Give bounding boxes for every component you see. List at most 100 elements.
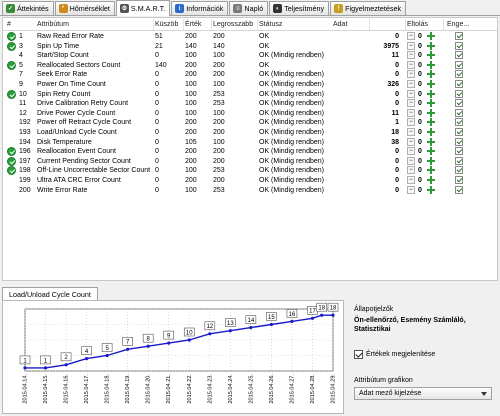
- header-threshold[interactable]: Küszöb: [155, 21, 178, 28]
- tab-overview[interactable]: ✓ Áttekintés: [2, 1, 54, 15]
- header-offset[interactable]: Eltolás: [407, 21, 428, 28]
- offset-decrement[interactable]: −: [407, 108, 415, 117]
- tab-smart[interactable]: ⚙ S.M.A.R.T.: [115, 0, 171, 16]
- plus-icon[interactable]: [427, 156, 435, 165]
- enable-checkbox[interactable]: [455, 70, 463, 79]
- table-row[interactable]: 1 Raw Read Error Rate 51 200 200 OK 0−0: [3, 32, 497, 42]
- plus-icon[interactable]: [427, 70, 435, 79]
- offset-decrement[interactable]: −: [407, 70, 415, 79]
- offset-value[interactable]: 0: [418, 148, 422, 156]
- show-values-label[interactable]: Értékek megjelenítése: [366, 351, 435, 358]
- enable-checkbox[interactable]: [455, 60, 463, 69]
- tab-performance[interactable]: ◐ Teljesítmény: [269, 1, 330, 15]
- plus-icon[interactable]: [427, 80, 435, 88]
- table-row[interactable]: 5 Reallocated Sectors Count 140 200 200 OK 0−0: [3, 60, 497, 71]
- offset-decrement[interactable]: −: [407, 60, 415, 69]
- table-row[interactable]: 3 Spin Up Time 21 140 140 OK 3975−0: [3, 41, 497, 52]
- plus-icon[interactable]: [427, 41, 435, 50]
- enable-checkbox[interactable]: [455, 99, 463, 108]
- enable-checkbox[interactable]: [455, 185, 463, 194]
- offset-value[interactable]: 0: [418, 110, 422, 118]
- attribute-chart-select[interactable]: Adat mező kijelzése: [354, 387, 492, 400]
- offset-value[interactable]: 0: [418, 91, 422, 99]
- offset-decrement[interactable]: −: [407, 166, 415, 175]
- table-row[interactable]: 192 Power off Retract Cycle Count 0 200 200 O…: [3, 118, 497, 128]
- table-row[interactable]: 194 Disk Temperature 0 105 100 OK (Mindig ren…: [3, 137, 497, 148]
- enable-checkbox[interactable]: [455, 128, 463, 136]
- offset-decrement[interactable]: −: [407, 51, 415, 60]
- table-row[interactable]: 10 Spin Retry Count 0 100 253 OK (Mindig rend…: [3, 89, 497, 100]
- offset-value[interactable]: 0: [418, 100, 422, 108]
- plus-icon[interactable]: [427, 99, 435, 108]
- table-row[interactable]: 11 Drive Calibration Retry Count 0 100 253 OK…: [3, 99, 497, 109]
- plus-icon[interactable]: [427, 185, 435, 194]
- header-enable[interactable]: Enge...: [447, 21, 469, 28]
- header-value[interactable]: Érték: [185, 21, 201, 28]
- offset-value[interactable]: 0: [418, 158, 422, 166]
- header-status[interactable]: Státusz: [259, 21, 282, 28]
- enable-checkbox[interactable]: [455, 89, 463, 98]
- tab-load-unload-cycle-count[interactable]: Load/Unload Cycle Count: [2, 287, 98, 301]
- header-data[interactable]: Adat: [333, 21, 347, 28]
- offset-value[interactable]: 0: [418, 52, 422, 60]
- enable-checkbox[interactable]: [455, 156, 463, 165]
- enable-checkbox[interactable]: [455, 80, 463, 88]
- table-row[interactable]: 199 Ultra ATA CRC Error Count 0 200 200 OK (M…: [3, 176, 497, 186]
- enable-checkbox[interactable]: [455, 32, 463, 40]
- plus-icon[interactable]: [427, 51, 435, 60]
- tab-log[interactable]: ≡ Napló: [229, 1, 269, 15]
- plus-icon[interactable]: [427, 166, 435, 175]
- tab-info[interactable]: i Információk: [171, 1, 229, 15]
- offset-decrement[interactable]: −: [407, 80, 415, 88]
- plus-icon[interactable]: [427, 137, 435, 146]
- offset-decrement[interactable]: −: [407, 156, 415, 165]
- header-attribute[interactable]: Attribútum: [37, 21, 69, 28]
- table-row[interactable]: 200 Write Error Rate 0 100 253 OK (Mindig ren…: [3, 185, 497, 196]
- tab-thermometer[interactable]: ° Hőmérséklet: [54, 1, 115, 15]
- enable-checkbox[interactable]: [455, 118, 463, 127]
- header-num[interactable]: #: [7, 21, 11, 28]
- offset-decrement[interactable]: −: [407, 41, 415, 50]
- offset-value[interactable]: 0: [418, 139, 422, 147]
- offset-decrement[interactable]: −: [407, 185, 415, 194]
- enable-checkbox[interactable]: [455, 166, 463, 175]
- enable-checkbox[interactable]: [455, 51, 463, 60]
- offset-value[interactable]: 0: [418, 177, 422, 185]
- plus-icon[interactable]: [427, 89, 435, 98]
- offset-value[interactable]: 0: [418, 62, 422, 70]
- offset-decrement[interactable]: −: [407, 176, 415, 184]
- plus-icon[interactable]: [427, 147, 435, 156]
- offset-decrement[interactable]: −: [407, 89, 415, 98]
- enable-checkbox[interactable]: [455, 108, 463, 117]
- plus-icon[interactable]: [427, 118, 435, 127]
- offset-value[interactable]: 0: [418, 187, 422, 195]
- offset-decrement[interactable]: −: [407, 137, 415, 146]
- offset-value[interactable]: 0: [418, 71, 422, 79]
- enable-checkbox[interactable]: [455, 147, 463, 156]
- offset-value[interactable]: 0: [418, 43, 422, 51]
- table-row[interactable]: 4 Start/Stop Count 0 100 100 OK (Mindig rendb…: [3, 51, 497, 61]
- table-row[interactable]: 9 Power On Time Count 0 100 100 OK (Mindig re…: [3, 80, 497, 90]
- table-row[interactable]: 196 Reallocation Event Count 0 200 200 OK (Mi…: [3, 147, 497, 157]
- offset-decrement[interactable]: −: [407, 128, 415, 136]
- plus-icon[interactable]: [427, 32, 435, 40]
- offset-value[interactable]: 0: [418, 119, 422, 127]
- offset-value[interactable]: 0: [418, 129, 422, 137]
- enable-checkbox[interactable]: [455, 41, 463, 50]
- table-row[interactable]: 12 Drive Power Cycle Count 0 100 100 OK (Mind…: [3, 108, 497, 119]
- offset-decrement[interactable]: −: [407, 118, 415, 127]
- show-values-checkbox[interactable]: [354, 350, 363, 359]
- offset-value[interactable]: 0: [418, 167, 422, 175]
- plus-icon[interactable]: [427, 60, 435, 69]
- tab-alerts[interactable]: ! Figyelmeztetések: [330, 1, 407, 15]
- plus-icon[interactable]: [427, 108, 435, 117]
- table-row[interactable]: 193 Load/Unload Cycle Count 0 200 200 OK (Min…: [3, 128, 497, 138]
- table-row[interactable]: 198 Off-Line Uncorrectable Sector Count 0 1…: [3, 166, 497, 176]
- table-row[interactable]: 7 Seek Error Rate 0 200 200 OK (Mindig rendbe…: [3, 70, 497, 80]
- enable-checkbox[interactable]: [455, 176, 463, 184]
- plus-icon[interactable]: [427, 176, 435, 184]
- offset-decrement[interactable]: −: [407, 32, 415, 40]
- offset-value[interactable]: 0: [418, 81, 422, 89]
- enable-checkbox[interactable]: [455, 137, 463, 146]
- offset-value[interactable]: 0: [418, 33, 422, 41]
